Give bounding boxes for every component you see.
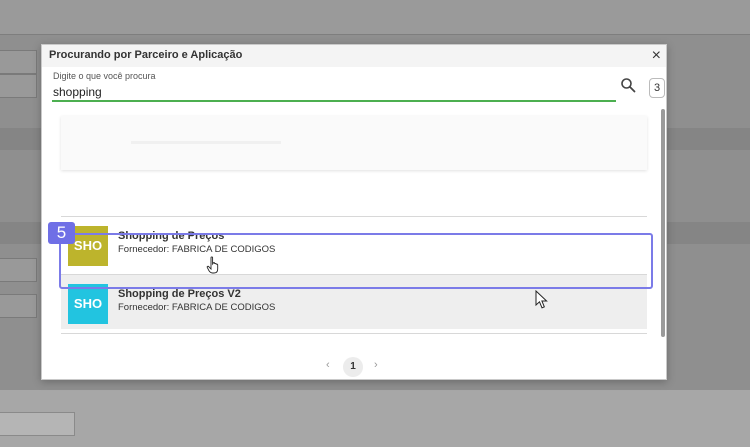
background-field [0,258,37,282]
pagination: ‹ 1 › [42,357,666,377]
results-scrollbar[interactable] [661,109,665,337]
result-item-shopping-de-precos-v2[interactable]: SHO Shopping de Preços V2 Fornecedor: FA… [61,275,647,329]
placeholder-line [131,141,281,144]
result-thumbnail: SHO [68,284,108,324]
result-title: Shopping de Preços [118,230,225,242]
search-input[interactable] [52,83,616,102]
background-field [0,74,37,98]
arrow-cursor-icon [535,290,548,309]
background-footer [0,390,750,447]
result-count-badge: 3 [649,78,665,98]
search-dialog: Procurando por Parceiro e Aplicação × Di… [41,44,667,380]
pagination-page-1[interactable]: 1 [343,357,363,377]
result-placeholder-card [61,116,647,170]
search-icon[interactable] [620,77,636,93]
hand-cursor-icon [206,256,219,274]
step-number-badge: 5 [48,222,75,244]
background-header [0,0,750,35]
close-icon[interactable]: × [652,46,661,66]
result-subtitle: Fornecedor: FABRICA DE CODIGOS [118,302,276,313]
results-list: SHO Shopping de Preços Fornecedor: FABRI… [42,109,666,379]
background-field [0,50,37,74]
result-subtitle: Fornecedor: FABRICA DE CODIGOS [118,244,276,255]
result-title: Shopping de Preços V2 [118,288,241,300]
result-item-shopping-de-precos[interactable]: SHO Shopping de Preços Fornecedor: FABRI… [61,217,647,271]
background-field [0,294,37,318]
divider [61,333,647,334]
background-input [0,412,75,436]
chevron-right-icon[interactable]: › [374,359,378,371]
dialog-header: Procurando por Parceiro e Aplicação × [42,45,666,67]
chevron-left-icon[interactable]: ‹ [326,359,330,371]
dialog-title: Procurando por Parceiro e Aplicação [49,49,243,61]
search-field-label: Digite o que você procura [53,71,156,81]
